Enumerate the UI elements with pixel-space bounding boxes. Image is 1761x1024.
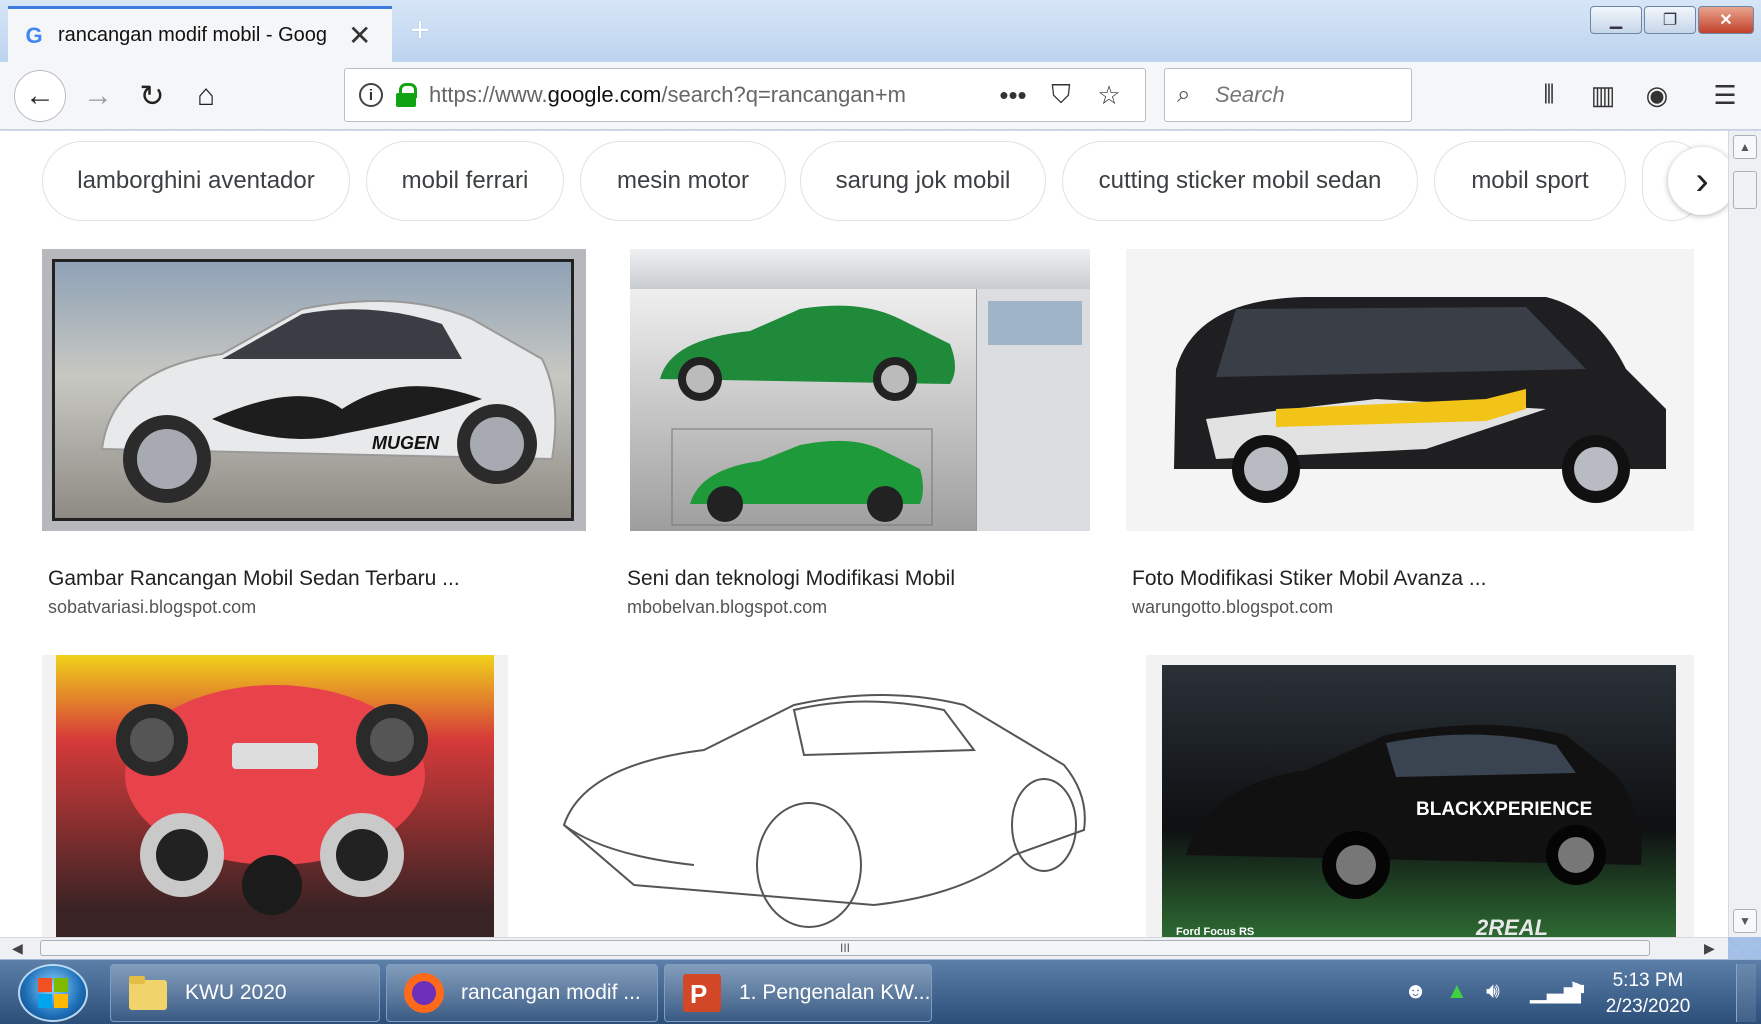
result-title-2[interactable]: Seni dan teknologi Modifikasi Mobil: [627, 567, 955, 591]
restore-button[interactable]: ❐: [1644, 6, 1696, 34]
firefox-icon: [404, 973, 444, 1013]
horizontal-scroll-thumb[interactable]: III: [40, 940, 1650, 956]
clock-date: 2/23/2020: [1605, 996, 1691, 1017]
result-image-2[interactable]: [630, 249, 1090, 531]
real-text: 2REAL: [1475, 915, 1548, 937]
taskbar-item-powerpoint-label: 1. Pengenalan KW...: [739, 981, 931, 1004]
black-hatchback-illustration: BLACKXPERIENCE Ford Focus RS 2REAL: [1176, 725, 1642, 937]
pocket-icon[interactable]: ⛉: [1037, 79, 1085, 111]
result-source-2[interactable]: mbobelvan.blogspot.com: [627, 597, 827, 618]
action-center-icon[interactable]: ⚑: [1568, 978, 1588, 1004]
result-image-1[interactable]: MUGEN: [42, 249, 586, 531]
forward-icon[interactable]: →: [72, 70, 124, 122]
tab-bar: G rancangan modif mobil - Goog ✕ + ▁ ❐ ✕: [0, 0, 1761, 62]
chip-mobil-sport[interactable]: mobil sport: [1434, 141, 1626, 221]
speaker-box-illustration: [116, 685, 428, 915]
info-icon[interactable]: i: [359, 83, 383, 107]
account-icon[interactable]: ◉: [1634, 72, 1680, 118]
minimize-button[interactable]: ▁: [1590, 6, 1642, 34]
library-icon[interactable]: ⫴: [1526, 72, 1572, 118]
result-image-5[interactable]: [544, 655, 1114, 937]
menu-icon[interactable]: ☰: [1702, 72, 1748, 118]
result-title-3[interactable]: Foto Modifikasi Stiker Mobil Avanza ...: [1132, 567, 1486, 591]
close-tab-icon[interactable]: ✕: [348, 21, 371, 50]
search-icon: ⌕: [1177, 81, 1191, 108]
reload-icon[interactable]: ↻: [126, 70, 178, 122]
tray-drive-icon[interactable]: ▲: [1446, 978, 1468, 1004]
result-image-3[interactable]: [1126, 249, 1694, 531]
mugen-text: MUGEN: [372, 433, 440, 453]
blackxperience-text: BLACKXPERIENCE: [1416, 799, 1592, 820]
search-placeholder: Search: [1215, 82, 1285, 107]
horizontal-scrollbar[interactable]: ◀ III ▶: [0, 937, 1728, 959]
tray-app-icon[interactable]: ☻: [1404, 978, 1427, 1004]
tab-title: rancangan modif mobil - Goog: [58, 24, 328, 46]
home-icon[interactable]: ⌂: [180, 70, 232, 122]
page-content: lamborghini aventador mobil ferrari mesi…: [0, 131, 1728, 937]
vertical-scrollbar[interactable]: ▲ ▼: [1728, 131, 1761, 937]
scroll-left-icon[interactable]: ◀: [12, 940, 23, 957]
clock-time: 5:13 PM: [1612, 970, 1684, 991]
nav-toolbar: ← → ↻ ⌂ i https://www.google.com/search?…: [0, 62, 1761, 130]
taskbar-item-folder-label: KWU 2020: [185, 981, 287, 1004]
chip-cutting-sticker[interactable]: cutting sticker mobil sedan: [1062, 141, 1418, 221]
taskbar-item-firefox[interactable]: rancangan modif ...: [386, 964, 658, 1022]
scroll-right-icon[interactable]: ▶: [1704, 940, 1715, 957]
taskbar-item-powerpoint[interactable]: P 1. Pengenalan KW...: [664, 964, 932, 1022]
windows-logo-icon: [38, 978, 68, 1008]
folder-icon: [129, 976, 167, 1010]
scroll-thumb[interactable]: [1733, 171, 1757, 209]
start-button[interactable]: [18, 964, 88, 1022]
page-actions-icon[interactable]: •••: [989, 80, 1037, 111]
scroll-down-icon[interactable]: ▼: [1733, 909, 1757, 933]
result-title-1[interactable]: Gambar Rancangan Mobil Sedan Terbaru ...: [48, 567, 460, 591]
result-source-3[interactable]: warungotto.blogspot.com: [1132, 597, 1333, 618]
search-input[interactable]: ⌕ Search: [1164, 68, 1412, 122]
taskbar-item-firefox-label: rancangan modif ...: [461, 981, 641, 1004]
chip-mesin-motor[interactable]: mesin motor: [580, 141, 786, 221]
google-favicon-icon: G: [25, 22, 43, 48]
result-source-1[interactable]: sobatvariasi.blogspot.com: [48, 597, 256, 618]
windows-taskbar: KWU 2020 rancangan modif ... P 1. Pengen…: [0, 959, 1761, 1024]
sports-car-sketch-illustration: [562, 694, 1086, 928]
svg-text:P: P: [690, 979, 707, 1009]
url-text[interactable]: https://www.google.com/search?q=rancanga…: [429, 82, 989, 108]
result-image-4[interactable]: [42, 655, 508, 937]
ford-focus-text: Ford Focus RS: [1176, 926, 1254, 937]
result-image-6[interactable]: BLACKXPERIENCE Ford Focus RS 2REAL: [1146, 655, 1694, 937]
volume-icon[interactable]: 🔊︎: [1486, 978, 1500, 1004]
close-window-button[interactable]: ✕: [1698, 6, 1754, 34]
powerpoint-icon: P: [683, 974, 721, 1012]
sidebar-icon[interactable]: ▥: [1580, 72, 1626, 118]
chip-mobil-ferrari[interactable]: mobil ferrari: [366, 141, 564, 221]
chevron-right-icon[interactable]: ›: [1668, 147, 1728, 215]
taskbar-item-folder[interactable]: KWU 2020: [110, 964, 380, 1022]
bookmark-star-icon[interactable]: ☆: [1085, 80, 1133, 111]
lock-icon[interactable]: [395, 83, 417, 107]
url-bar[interactable]: i https://www.google.com/search?q=rancan…: [344, 68, 1146, 122]
clock[interactable]: 5:13 PM 2/23/2020: [1590, 968, 1706, 1020]
browser-tab[interactable]: G rancangan modif mobil - Goog ✕: [8, 6, 392, 62]
green-car-3d-illustration: [660, 301, 1082, 526]
chip-sarung-jok-mobil[interactable]: sarung jok mobil: [800, 141, 1046, 221]
back-icon[interactable]: ←: [14, 70, 66, 122]
chip-lamborghini-aventador[interactable]: lamborghini aventador: [42, 141, 350, 221]
new-tab-icon[interactable]: +: [402, 12, 438, 48]
white-car-illustration: MUGEN: [100, 300, 557, 503]
show-desktop-button[interactable]: [1736, 964, 1756, 1022]
scroll-up-icon[interactable]: ▲: [1733, 135, 1757, 159]
black-mpv-illustration: [1174, 297, 1666, 503]
